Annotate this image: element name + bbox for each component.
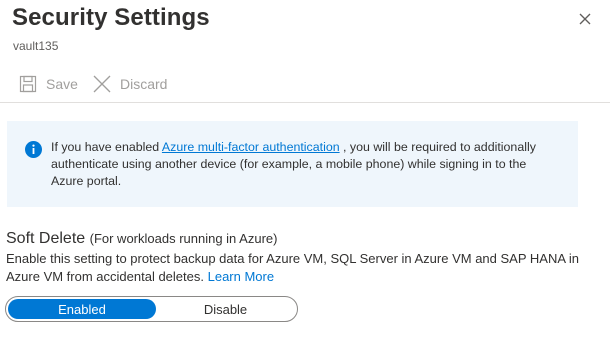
- close-icon[interactable]: [577, 11, 593, 27]
- mfa-link[interactable]: Azure multi-factor authentication: [162, 140, 340, 154]
- info-text-before: If you have enabled: [51, 140, 162, 154]
- info-message: If you have enabled Azure multi-factor a…: [51, 139, 561, 190]
- soft-delete-subtitle: (For workloads running in Azure): [89, 231, 278, 246]
- soft-delete-heading: Soft Delete (For workloads running in Az…: [6, 230, 277, 248]
- learn-more-link[interactable]: Learn More: [208, 269, 274, 284]
- discard-label: Discard: [120, 76, 168, 92]
- discard-button[interactable]: Discard: [92, 68, 167, 100]
- vault-name: vault135: [13, 39, 59, 53]
- save-icon: [18, 74, 38, 94]
- save-label: Save: [46, 76, 78, 92]
- enabled-option[interactable]: Enabled: [8, 299, 156, 319]
- info-icon: [25, 141, 42, 158]
- soft-delete-description: Enable this setting to protect backup da…: [6, 250, 596, 286]
- disable-option[interactable]: Disable: [156, 299, 295, 319]
- security-settings-panel: Security Settings vault135 Save Discard …: [0, 0, 613, 338]
- discard-icon: [92, 74, 112, 94]
- mfa-info-banner: If you have enabled Azure multi-factor a…: [7, 121, 578, 207]
- save-button[interactable]: Save: [18, 68, 78, 100]
- soft-delete-description-text: Enable this setting to protect backup da…: [6, 251, 580, 284]
- soft-delete-toggle[interactable]: Enabled Disable: [5, 296, 298, 322]
- command-bar: Save Discard: [0, 68, 610, 103]
- page-title: Security Settings: [12, 4, 210, 31]
- soft-delete-title: Soft Delete: [6, 230, 86, 247]
